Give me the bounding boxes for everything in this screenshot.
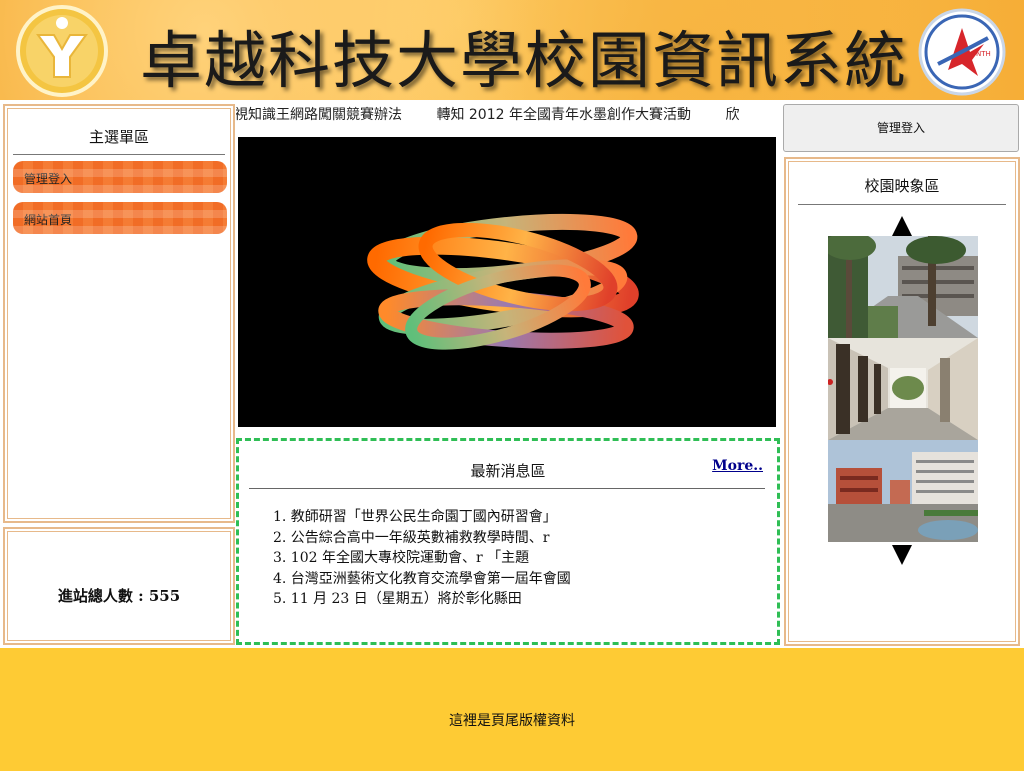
marquee-item[interactable]: 欣 xyxy=(725,107,739,123)
news-item[interactable]: 2. 公告綜合高中一年級英數補救教學時間、r xyxy=(273,528,571,549)
news-marquee[interactable]: 視知識王網路闖關競賽辦法 轉知 2012 年全國青年水墨創作大賽活動 欣 xyxy=(236,104,781,126)
campus-photo-corridor[interactable] xyxy=(828,338,978,440)
divider xyxy=(798,204,1006,205)
menu-item-admin-login[interactable]: 管理登入 xyxy=(13,161,227,193)
campus-photo-buildings[interactable] xyxy=(828,440,978,542)
campus-gallery-title: 校園映象區 xyxy=(864,177,940,195)
latest-news-panel: 最新消息區 More.. 1. 教師研習「世界公民生命園丁國內研習會」 2. 公… xyxy=(236,438,780,645)
marquee-item[interactable]: 視知識王網路闖關競賽辦法 xyxy=(236,107,402,123)
news-title: 最新消息區 xyxy=(470,462,546,480)
campus-photo-road[interactable] xyxy=(828,236,978,338)
menu-item-home[interactable]: 網站首頁 xyxy=(13,202,227,234)
school-emblem-icon[interactable] xyxy=(14,5,110,97)
news-item[interactable]: 1. 教師研習「世界公民生命園丁國內研習會」 xyxy=(273,507,571,528)
news-item[interactable]: 3. 102 年全國大專校院運動會、r 「主題 xyxy=(273,548,571,569)
marquee-item[interactable]: 轉知 2012 年全國青年水墨創作大賽活動 xyxy=(436,107,691,123)
scroll-up-arrow-icon[interactable] xyxy=(892,216,912,236)
star-emblem-icon[interactable]: NTH xyxy=(918,8,1006,96)
divider xyxy=(249,488,765,489)
admin-login-button[interactable]: 管理登入 xyxy=(783,104,1019,152)
footer-copyright: 這裡是頁尾版權資料 xyxy=(449,713,575,729)
scroll-down-arrow-icon[interactable] xyxy=(892,545,912,565)
site-footer: 這裡是頁尾版權資料 xyxy=(0,648,1024,771)
news-list: 1. 教師研習「世界公民生命園丁國內研習會」 2. 公告綜合高中一年級英數補救教… xyxy=(273,507,571,610)
site-header: 卓越科技大學校園資訊系統 NTH xyxy=(0,0,1024,100)
visitor-counter-panel: 進站總人數 : 555 xyxy=(3,527,235,645)
logo-right-text: NTH xyxy=(976,50,991,58)
news-item[interactable]: 4. 台灣亞洲藝術文化教育交流學會第一屆年會國 xyxy=(273,569,571,590)
news-more-link[interactable]: More.. xyxy=(712,458,763,474)
news-item[interactable]: 5. 11 月 23 日（星期五）將於彰化縣田 xyxy=(273,589,571,610)
site-title: 卓越科技大學校園資訊系統 xyxy=(140,24,909,97)
banner-animation xyxy=(238,137,776,427)
divider xyxy=(13,154,225,155)
torus-knot-graphic xyxy=(367,213,639,350)
main-menu-panel: 主選單區 管理登入 網站首頁 xyxy=(3,104,235,523)
visitor-count: 進站總人數 : 555 xyxy=(57,587,181,605)
campus-gallery-panel: 校園映象區 xyxy=(784,157,1020,646)
main-menu-title: 主選單區 xyxy=(88,128,149,146)
